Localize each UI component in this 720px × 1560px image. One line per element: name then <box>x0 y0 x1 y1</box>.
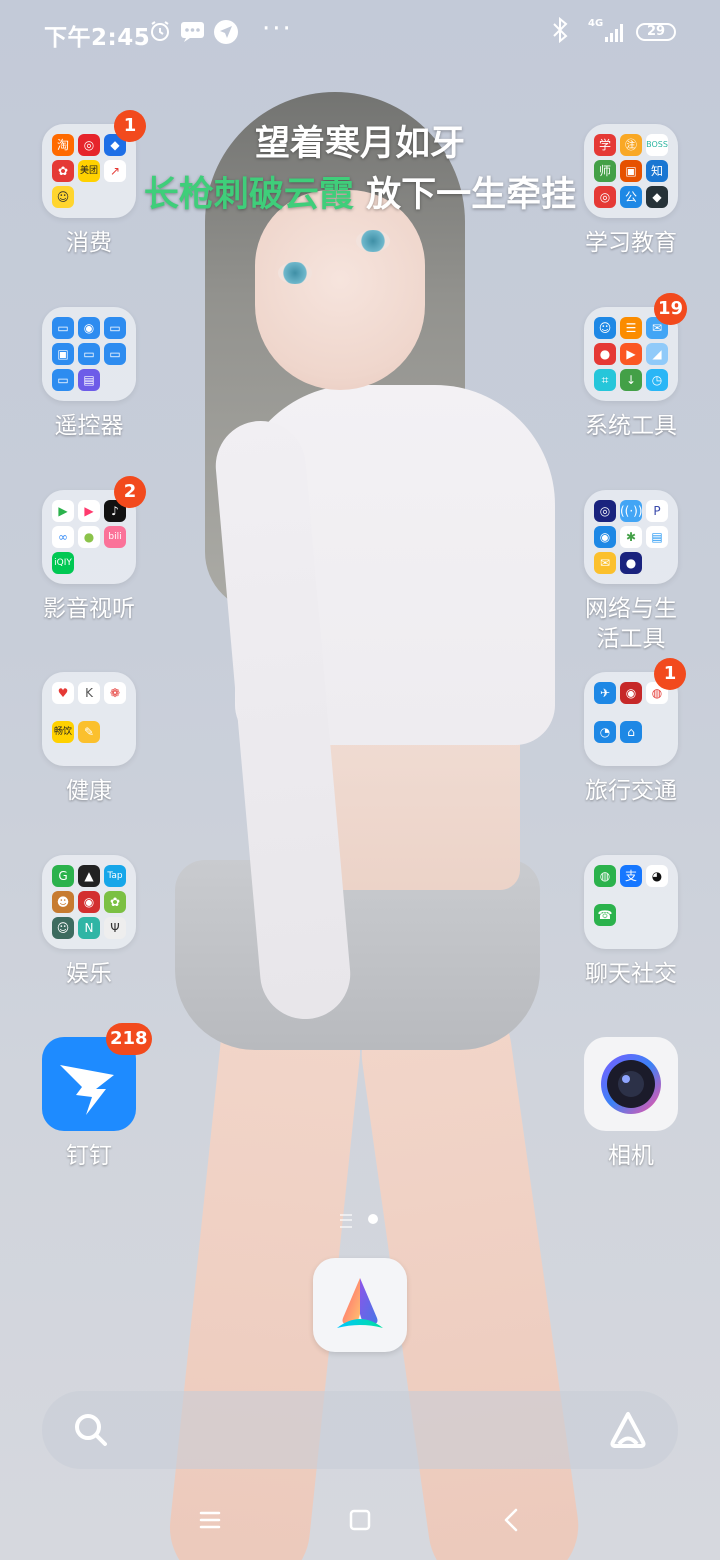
page-dot-current <box>368 1214 378 1224</box>
network-type: 4G <box>588 18 604 29</box>
navigation-icon <box>213 19 239 45</box>
camera-icon <box>584 1037 678 1131</box>
folder-entertainment[interactable]: G ▲ Tap ☻ ◉ ✿ ☺ N Ψ 娱乐 <box>24 855 154 989</box>
search-bar[interactable] <box>42 1391 678 1469</box>
app-label: 影音视听 <box>43 596 135 622</box>
signal-icon <box>605 22 627 42</box>
app-label: 系统工具 <box>585 413 677 439</box>
page-indicator[interactable] <box>340 1212 400 1228</box>
app-label: 相机 <box>608 1143 654 1169</box>
search-icon <box>75 1414 107 1446</box>
badge: 19 <box>654 293 688 325</box>
navigation-bar <box>0 1480 720 1560</box>
app-label: 健康 <box>66 778 112 804</box>
app-label: 遥控器 <box>54 413 124 439</box>
app-label: 学习教育 <box>585 230 677 256</box>
folder-network-life[interactable]: ◎ ((·)) P ◉ ✱ ▤ ✉ ● 网络与生活工具 <box>566 490 696 654</box>
status-bar: 下午2:45 ··· 4G 29 <box>0 0 720 68</box>
folder-remote[interactable]: ▭ ◉ ▭ ▣ ▭ ▭ ▭ ▤ 遥控器 <box>24 307 154 441</box>
folder-media[interactable]: ▶ ▶ ♪ ∞ ● bili iQIY 2 影音视听 <box>24 476 154 624</box>
alarm-icon <box>147 19 173 45</box>
badge: 218 <box>106 1023 152 1055</box>
folder-education[interactable]: 学 ㊟ BOSS 师 ▣ 知 ◎ 公 ◆ 学习教育 <box>566 124 696 258</box>
dock-app[interactable] <box>313 1258 407 1352</box>
menu-button[interactable] <box>190 1500 230 1540</box>
home-screen: 下午2:45 ··· 4G 29 望着寒月如牙 长枪刺破云霞 放下一生牵挂 淘 … <box>0 0 720 1560</box>
badge: 1 <box>654 658 686 690</box>
more-notifications: ··· <box>262 14 293 44</box>
folder-travel[interactable]: ✈ ◉ ◍ ◔ ⌂ 1 旅行交通 <box>566 658 696 806</box>
folder-social[interactable]: ◍ 支 ◕ ☎ 聊天社交 <box>566 855 696 989</box>
lyric-rest: 放下一生牵挂 <box>353 175 577 215</box>
message-icon <box>180 19 206 45</box>
folder-xiaofei[interactable]: 淘 ◎ ◆ ✿ 美团 ↗ ☺ 1 消费 <box>24 110 154 258</box>
badge: 1 <box>114 110 146 142</box>
home-button[interactable] <box>340 1500 380 1540</box>
app-a-icon <box>337 1278 383 1328</box>
app-dingtalk[interactable]: 218 钉钉 <box>24 1023 154 1171</box>
dingtalk-icon: 218 <box>42 1023 152 1131</box>
badge: 2 <box>114 476 146 508</box>
folder-health[interactable]: ♥ K ❁ 畅饮 ✎ 健康 <box>24 672 154 806</box>
app-label: 网络与生活工具 <box>585 596 677 652</box>
app-label: 消费 <box>66 230 112 256</box>
status-time: 下午2:45 <box>44 25 151 51</box>
lyric-highlight: 长枪刺破云霞 <box>143 175 354 215</box>
app-camera[interactable]: 相机 <box>566 1037 696 1171</box>
battery-indicator: 29 <box>636 23 676 41</box>
page-list-icon <box>340 1214 352 1228</box>
assistant-a-icon[interactable] <box>606 1409 650 1451</box>
folder-system-tools[interactable]: ☺ ☰ ✉ ● ▶ ◢ ⌗ ↓ ◷ 19 系统工具 <box>566 293 696 441</box>
app-label: 娱乐 <box>66 961 112 987</box>
app-label: 钉钉 <box>66 1143 112 1169</box>
app-label: 旅行交通 <box>585 778 677 804</box>
bluetooth-icon <box>550 16 570 49</box>
app-label: 聊天社交 <box>585 961 677 987</box>
back-button[interactable] <box>492 1500 532 1540</box>
